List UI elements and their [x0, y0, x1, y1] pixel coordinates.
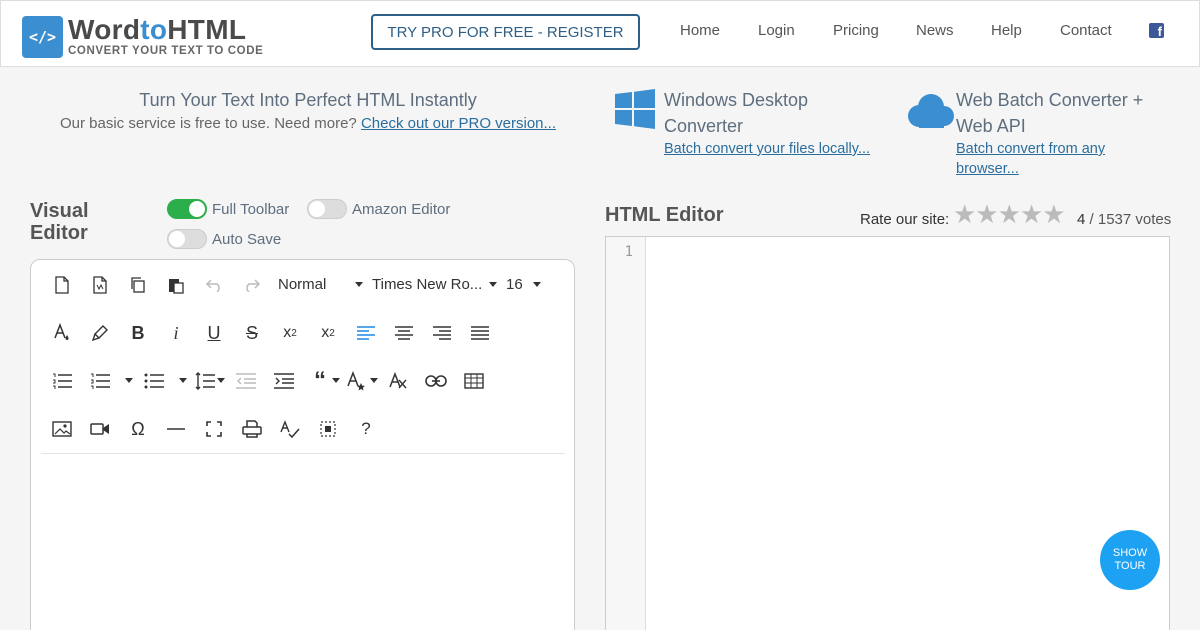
outdent-icon[interactable] — [234, 369, 258, 393]
amazon-editor-toggle[interactable] — [307, 199, 347, 219]
font-size-caret-icon — [533, 282, 541, 287]
pro-version-link[interactable]: Check out our PRO version... — [361, 115, 556, 132]
fullscreen-icon[interactable] — [202, 417, 226, 441]
special-characters-icon[interactable]: Ω — [126, 417, 150, 441]
horizontal-line-icon[interactable] — [164, 417, 188, 441]
code-logo-icon: </> — [22, 16, 63, 58]
show-tour-button[interactable]: SHOW TOUR — [1100, 530, 1160, 590]
line-height-icon[interactable] — [193, 369, 217, 393]
windows-icon — [615, 89, 655, 129]
bullet-list-caret-icon[interactable] — [179, 378, 187, 383]
copy-icon[interactable] — [126, 273, 150, 297]
amazon-editor-label: Amazon Editor — [352, 201, 451, 218]
visual-editor[interactable]: Normal Times New Ro... 16 B i U S x2 x2 … — [30, 259, 575, 630]
facebook-icon[interactable]: f — [1149, 23, 1164, 38]
import-document-icon[interactable] — [88, 273, 112, 297]
subscript-icon[interactable]: x2 — [278, 321, 302, 345]
rating-stars[interactable]: ★★★★★ — [953, 199, 1066, 230]
align-center-icon[interactable] — [392, 321, 416, 345]
promo-title: Turn Your Text Into Perfect HTML Instant… — [139, 90, 477, 110]
numbered-list-caret-icon[interactable] — [125, 378, 133, 383]
visual-editor-title: Visual Editor — [30, 200, 89, 244]
quote-icon[interactable]: “ — [308, 367, 332, 394]
paragraph-style-icon[interactable] — [345, 369, 369, 393]
web-batch-link[interactable]: Batch convert from any browser... — [956, 139, 1105, 179]
cloud-icon — [908, 94, 954, 128]
auto-save-label: Auto Save — [212, 231, 282, 248]
paragraph-format-dropdown[interactable]: Normal — [278, 276, 326, 293]
help-icon[interactable]: ? — [354, 417, 378, 441]
windows-converter-link[interactable]: Batch convert your files locally... — [664, 139, 870, 159]
full-toolbar-label: Full Toolbar — [212, 201, 290, 218]
align-justify-icon[interactable] — [468, 321, 492, 345]
print-icon[interactable] — [240, 417, 264, 441]
windows-converter-title: Windows Desktop Converter — [664, 90, 809, 136]
nav-home[interactable]: Home — [680, 22, 720, 39]
line-number-gutter: 1 — [606, 237, 646, 630]
html-code-editor[interactable]: 1 — [605, 236, 1170, 630]
link-icon[interactable] — [424, 369, 448, 393]
auto-save-toggle[interactable] — [167, 229, 207, 249]
bold-icon[interactable]: B — [126, 321, 150, 345]
site-logo[interactable]: </> WordtoHTML CONVERT YOUR TEXT TO CODE — [22, 14, 272, 60]
video-icon[interactable] — [88, 417, 112, 441]
highlight-icon[interactable] — [88, 321, 112, 345]
superscript-icon[interactable]: x2 — [316, 321, 340, 345]
image-icon[interactable] — [50, 417, 74, 441]
redo-icon[interactable] — [240, 273, 264, 297]
align-right-icon[interactable] — [430, 321, 454, 345]
paste-icon[interactable] — [164, 273, 188, 297]
logo-title: WordtoHTML — [68, 14, 247, 45]
nav-contact[interactable]: Contact — [1060, 22, 1112, 39]
font-family-dropdown[interactable]: Times New Ro... — [372, 276, 482, 293]
select-all-icon[interactable] — [316, 417, 340, 441]
rate-label: Rate our site: — [860, 211, 950, 228]
nav-pricing[interactable]: Pricing — [833, 22, 879, 39]
html-editor-title: HTML Editor — [605, 204, 724, 226]
logo-tagline: CONVERT YOUR TEXT TO CODE — [68, 45, 264, 57]
ordered-list-icon[interactable] — [50, 369, 74, 393]
promo-subtitle: Our basic service is free to use. Need m… — [59, 115, 557, 132]
text-color-icon[interactable] — [50, 321, 74, 345]
paragraph-style-caret-icon[interactable] — [370, 378, 378, 383]
numbered-list-icon[interactable] — [88, 369, 112, 393]
indent-icon[interactable] — [272, 369, 296, 393]
strikethrough-icon[interactable]: S — [240, 321, 264, 345]
toolbar-divider — [41, 453, 565, 454]
italic-icon[interactable]: i — [164, 321, 188, 345]
nav-news[interactable]: News — [916, 22, 954, 39]
underline-icon[interactable]: U — [202, 321, 226, 345]
full-toolbar-toggle[interactable] — [167, 199, 207, 219]
nav-login[interactable]: Login — [758, 22, 795, 39]
new-document-icon[interactable] — [50, 273, 74, 297]
clear-formatting-icon[interactable] — [386, 369, 410, 393]
line-number: 1 — [624, 244, 633, 260]
rating-votes: 4 / 1537 votes — [1077, 211, 1172, 228]
nav-help[interactable]: Help — [991, 22, 1022, 39]
font-size-dropdown[interactable]: 16 — [506, 276, 523, 293]
align-left-icon[interactable] — [354, 321, 378, 345]
table-icon[interactable] — [462, 369, 486, 393]
undo-icon[interactable] — [202, 273, 226, 297]
bullet-list-icon[interactable] — [142, 369, 166, 393]
try-pro-button[interactable]: TRY PRO FOR FREE - REGISTER — [371, 14, 640, 50]
spell-check-icon[interactable] — [278, 417, 302, 441]
paragraph-format-caret-icon — [355, 282, 363, 287]
web-batch-title: Web Batch Converter + Web API — [956, 90, 1144, 136]
quote-caret-icon[interactable] — [332, 378, 340, 383]
font-family-caret-icon — [489, 282, 497, 287]
site-header: </> WordtoHTML CONVERT YOUR TEXT TO CODE… — [0, 0, 1200, 67]
line-height-caret-icon[interactable] — [217, 378, 225, 383]
